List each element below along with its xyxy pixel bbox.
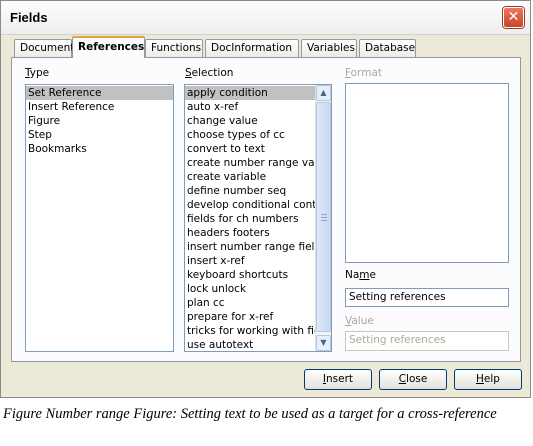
selection-list-item[interactable]: keyboard shortcuts <box>185 268 315 282</box>
type-list[interactable]: Set Reference Insert Reference Figure Step B… <box>25 84 174 352</box>
value-field[interactable]: Setting references <box>345 331 509 351</box>
figure-caption: Figure Number range Figure: Setting text… <box>3 406 497 422</box>
selection-list-item[interactable]: use autotext <box>185 338 315 351</box>
selection-list-item[interactable]: apply condition <box>185 86 315 100</box>
name-label: Name <box>345 269 376 281</box>
name-field[interactable]: Setting references <box>345 288 509 307</box>
selection-scrollbar[interactable]: ▲ ▼ <box>315 85 331 351</box>
format-list[interactable] <box>345 83 509 263</box>
selection-label: Selection <box>185 67 234 79</box>
type-list-item[interactable]: Bookmarks <box>26 142 173 156</box>
selection-list-item[interactable]: lock unlock <box>185 282 315 296</box>
selection-list-item[interactable]: headers footers <box>185 226 315 240</box>
tab-variables[interactable]: Variables <box>301 39 357 57</box>
selection-list-item[interactable]: choose types of cc <box>185 128 315 142</box>
type-label: Type <box>25 67 50 79</box>
selection-list-item[interactable]: fields for ch numbers <box>185 212 315 226</box>
tab-document[interactable]: Document <box>14 39 74 57</box>
selection-list-item[interactable]: insert number range field <box>185 240 315 254</box>
close-button[interactable]: Close <box>379 369 447 390</box>
selection-list-item[interactable]: plan cc <box>185 296 315 310</box>
selection-list-item[interactable]: prepare for x-ref <box>185 310 315 324</box>
format-label: Format <box>345 67 383 79</box>
close-window-icon[interactable]: ✕ <box>503 7 524 28</box>
selection-list-item[interactable]: convert to text <box>185 142 315 156</box>
tab-database[interactable]: Database <box>359 39 416 57</box>
title-bar: Fields ✕ <box>1 1 530 35</box>
selection-list-item[interactable]: insert x-ref <box>185 254 315 268</box>
tab-docinformation[interactable]: DocInformation <box>205 39 299 57</box>
value-label: Value <box>345 315 374 327</box>
selection-list-item[interactable]: create variable <box>185 170 315 184</box>
help-button[interactable]: Help <box>454 369 522 390</box>
selection-list-item[interactable]: develop conditional conter <box>185 198 315 212</box>
insert-button[interactable]: Insert <box>304 369 372 390</box>
tab-functions[interactable]: Functions <box>145 39 203 57</box>
dialog-title: Fields <box>10 10 48 25</box>
type-list-item[interactable]: Set Reference <box>26 86 173 100</box>
type-list-item[interactable]: Step <box>26 128 173 142</box>
selection-list-item[interactable]: create number range var <box>185 156 315 170</box>
selection-list-item[interactable]: change value <box>185 114 315 128</box>
selection-list-item[interactable]: tricks for working with fielc <box>185 324 315 338</box>
scroll-down-icon[interactable]: ▼ <box>316 335 331 351</box>
type-list-item[interactable]: Insert Reference <box>26 100 173 114</box>
selection-list-item[interactable]: define number seq <box>185 184 315 198</box>
scroll-up-icon[interactable]: ▲ <box>316 85 331 101</box>
references-panel: Type Set Reference Insert Reference Figure… <box>11 57 521 362</box>
scroll-thumb[interactable] <box>316 102 331 332</box>
tab-references[interactable]: References <box>72 36 145 58</box>
selection-list-item[interactable]: auto x-ref <box>185 100 315 114</box>
selection-list[interactable]: apply condition auto x-ref change value cho… <box>184 84 332 352</box>
type-list-item[interactable]: Figure <box>26 114 173 128</box>
fields-dialog: Fields ✕ Document References Functions D… <box>0 0 531 398</box>
